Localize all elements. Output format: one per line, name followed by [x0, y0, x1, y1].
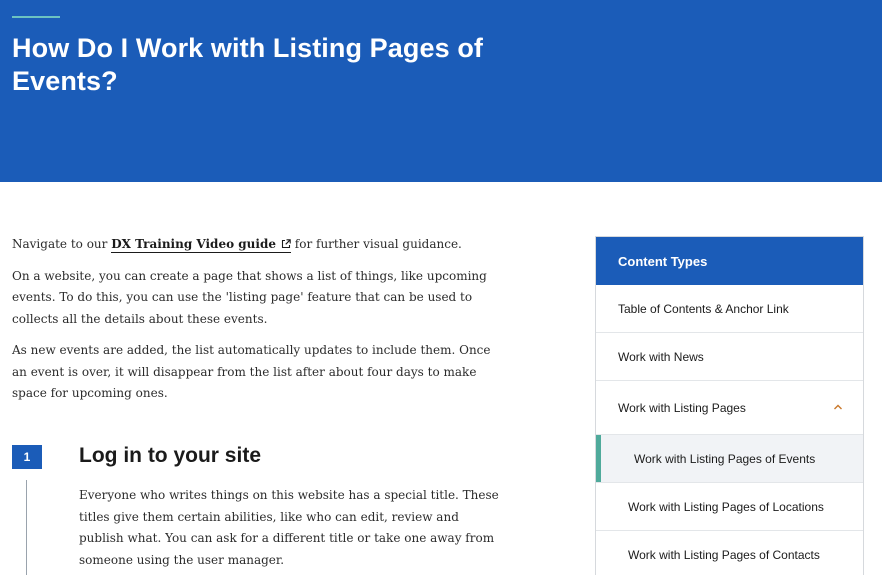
page-hero: How Do I Work with Listing Pages of Even… — [0, 0, 882, 182]
step-body-text: Everyone who writes things on this websi… — [79, 488, 499, 567]
step-connector-line — [26, 480, 27, 575]
sidebar-item-label: Table of Contents & Anchor Link — [618, 301, 789, 316]
sidebar-item-label: Work with Listing Pages of Events — [634, 451, 816, 466]
training-video-guide-link[interactable]: DX Training Video guide — [111, 237, 291, 253]
guide-link-label: DX Training Video guide — [111, 237, 276, 251]
intro-paragraph-2: As new events are added, the list automa… — [12, 343, 491, 400]
sidebar-item-work-with-news[interactable]: Work with News — [596, 333, 863, 381]
hero-accent-rule — [12, 16, 60, 18]
intro-paragraph-1: On a website, you can create a page that… — [12, 268, 487, 326]
sidebar-item-listing-pages-events[interactable]: Work with Listing Pages of Events — [596, 435, 863, 483]
external-link-icon — [281, 239, 291, 249]
sidebar-item-label: Work with News — [618, 349, 704, 364]
sidebar-header: Content Types — [596, 237, 863, 285]
sidebar-item-label: Work with Listing Pages — [618, 400, 746, 415]
chevron-up-icon[interactable] — [833, 402, 843, 412]
sidebar-item-label: Work with Listing Pages of Locations — [628, 499, 824, 514]
step-heading: Log in to your site — [79, 444, 261, 467]
guide-paragraph: Navigate to our DX Training Video guide … — [12, 234, 502, 256]
page-title: How Do I Work with Listing Pages of Even… — [12, 33, 484, 96]
main-content: Navigate to our DX Training Video guide … — [12, 234, 502, 415]
content-types-sidebar: Content Types Table of Contents & Anchor… — [595, 236, 864, 575]
sidebar-item-label: Work with Listing Pages of Contacts — [628, 547, 820, 562]
guide-suffix: for further visual guidance. — [290, 237, 462, 251]
sidebar-item-table-of-contents[interactable]: Table of Contents & Anchor Link — [596, 285, 863, 333]
step-number-badge: 1 — [12, 445, 42, 469]
sidebar-item-listing-pages-locations[interactable]: Work with Listing Pages of Locations — [596, 483, 863, 531]
sidebar-item-listing-pages-contacts[interactable]: Work with Listing Pages of Contacts — [596, 531, 863, 575]
guide-prefix: Navigate to our — [12, 237, 112, 251]
sidebar-item-work-with-listing-pages[interactable]: Work with Listing Pages — [596, 381, 863, 435]
